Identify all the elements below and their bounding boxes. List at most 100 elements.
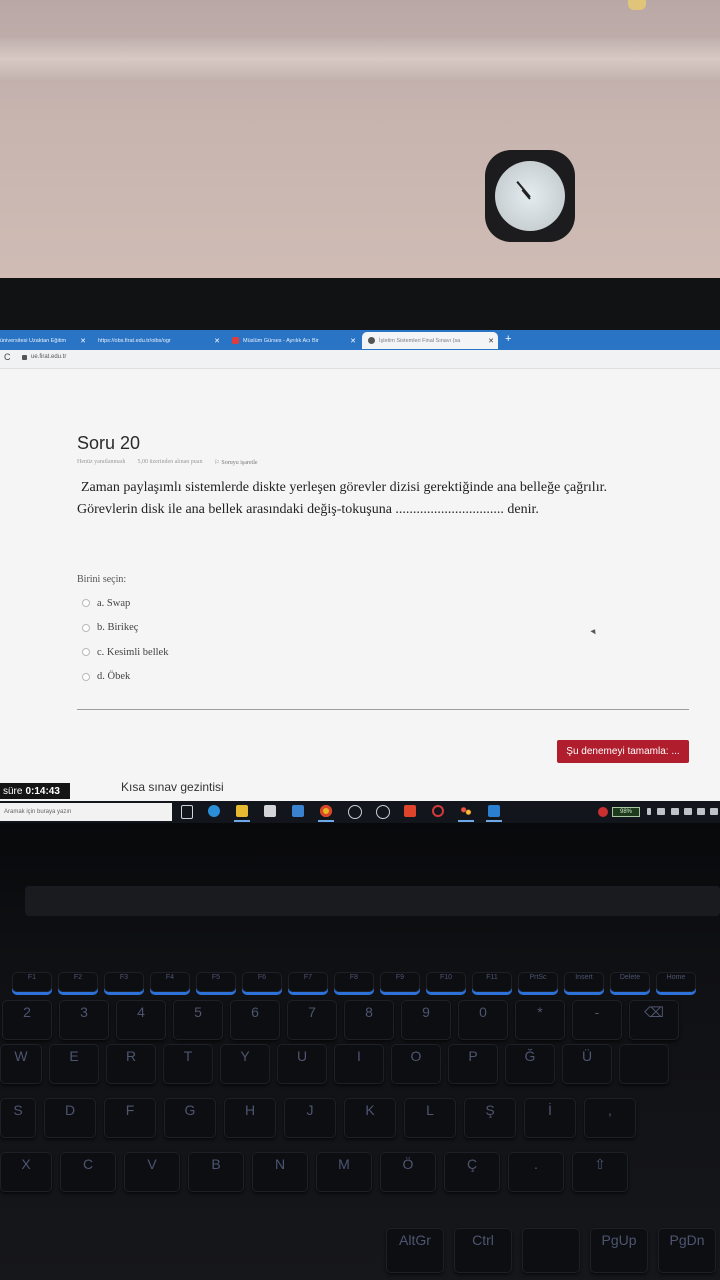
task-view-icon[interactable] xyxy=(181,805,193,819)
reload-icon[interactable]: C xyxy=(4,352,11,362)
keyboard-key: ⌫ xyxy=(629,1000,679,1040)
radio-button[interactable] xyxy=(82,623,90,632)
new-tab-button[interactable]: + xyxy=(505,333,511,345)
keyboard-key: O xyxy=(391,1044,441,1084)
answer-label: c. Kesimli bellek xyxy=(97,646,169,658)
tab-label: İşletim Sistemleri Final Sınavı (sa xyxy=(379,337,461,344)
finish-attempt-button[interactable]: Şu denemeyi tamamla: ... xyxy=(557,740,689,763)
keyboard-key: Ç xyxy=(444,1152,500,1192)
keyboard-key: Ö xyxy=(380,1152,436,1192)
timer-label: süre xyxy=(3,785,23,797)
keyboard-key: I xyxy=(334,1044,384,1084)
wall-cornice xyxy=(0,38,720,80)
keyboard-key: - xyxy=(572,1000,622,1040)
edge-icon[interactable] xyxy=(208,805,220,817)
browser-tab-final-exam[interactable]: İşletim Sistemleri Final Sınavı (sa ✕ xyxy=(362,332,498,349)
browser-icon[interactable] xyxy=(348,805,362,819)
keyboard-key: PgUp xyxy=(590,1228,648,1273)
opera-icon[interactable] xyxy=(432,805,444,817)
close-tab-icon[interactable]: ✕ xyxy=(350,337,356,345)
radio-button[interactable] xyxy=(82,672,90,681)
store-icon[interactable] xyxy=(264,805,276,817)
keyboard-key: H xyxy=(224,1098,276,1138)
keyboard-key: R xyxy=(106,1044,156,1084)
ceiling-lamp xyxy=(628,0,646,10)
media-icon[interactable] xyxy=(486,805,502,822)
keyboard-key: C xyxy=(60,1152,116,1192)
browser-tab-obs[interactable]: https://obs.firat.edu.tr/oibs/ogr ✕ xyxy=(92,332,224,349)
keyboard-key: PgDn xyxy=(658,1228,716,1273)
answer-option-c[interactable]: c. Kesimli bellek xyxy=(82,640,168,665)
keyboard-key xyxy=(522,1228,580,1273)
answer-label: b. Birikeç xyxy=(97,622,139,634)
keyboard-key: 7 xyxy=(287,1000,337,1040)
site-favicon-icon xyxy=(368,337,375,344)
answer-option-a[interactable]: a. Swap xyxy=(82,591,168,616)
keyboard-key: 9 xyxy=(401,1000,451,1040)
quiz-navigation-title[interactable]: Kısa sınav gezintisi xyxy=(121,780,224,794)
keyboard-key: PrtSc xyxy=(518,972,558,992)
keyboard-key: J xyxy=(284,1098,336,1138)
answer-option-d[interactable]: d. Öbek xyxy=(82,665,168,690)
language-icon[interactable] xyxy=(710,808,718,815)
keyboard-key: F6 xyxy=(242,972,282,992)
tab-label: üniversitesi Uzaktan Eğitim xyxy=(0,337,67,344)
close-tab-icon[interactable]: ✕ xyxy=(80,337,86,345)
chrome-icon[interactable] xyxy=(318,805,334,822)
question-title: Soru 20 xyxy=(77,433,141,453)
keyboard-key: E xyxy=(49,1044,99,1084)
tab-label: https://obs.firat.edu.tr/oibs/ogr xyxy=(98,337,171,344)
close-tab-icon[interactable]: ✕ xyxy=(214,337,220,345)
flag-icon: ⚐ xyxy=(214,460,220,466)
keyboard-key: F4 xyxy=(150,972,190,992)
mail-icon[interactable] xyxy=(292,805,304,817)
close-tab-icon[interactable]: ✕ xyxy=(488,337,494,345)
keyboard-key: Ş xyxy=(464,1098,516,1138)
office-icon[interactable] xyxy=(404,805,416,817)
windows-taskbar: Aramak için buraya yazın 98% xyxy=(0,801,720,823)
mouse-cursor-icon xyxy=(590,627,598,635)
question-meta: Henüz yanıtlanmadı 5,00 üzerinden alınan… xyxy=(77,459,258,466)
keyboard-key: F9 xyxy=(380,972,420,992)
answer-label: d. Öbek xyxy=(97,671,131,683)
radio-button[interactable] xyxy=(82,599,90,608)
keyboard-key: Ğ xyxy=(505,1044,555,1084)
flag-question-link[interactable]: ⚐ Soruyu işaretle xyxy=(214,459,257,466)
keyboard-key: F3 xyxy=(104,972,144,992)
keyboard-key: U xyxy=(277,1044,327,1084)
clock-minute-hand xyxy=(516,181,531,198)
answer-options: a. Swap b. Birikeç c. Kesimli bellek d. … xyxy=(82,591,168,689)
keyboard-key: 2 xyxy=(2,1000,52,1040)
keyboard-key: , xyxy=(584,1098,636,1138)
laptop-bezel xyxy=(0,278,720,330)
wall-clock xyxy=(485,150,575,242)
volume-icon[interactable] xyxy=(697,808,705,815)
lock-icon xyxy=(22,355,27,360)
keyboard-key: F1 xyxy=(12,972,52,992)
browser-tab-bar: üniversitesi Uzaktan Eğitim ✕ https://ob… xyxy=(0,330,720,350)
power-icon[interactable] xyxy=(647,808,651,815)
url-field[interactable]: ue.firat.edu.tr xyxy=(31,354,66,360)
keyboard-key: * xyxy=(515,1000,565,1040)
radio-button[interactable] xyxy=(82,648,90,657)
chevron-up-icon[interactable] xyxy=(657,808,665,815)
keyboard-key: F10 xyxy=(426,972,466,992)
taskbar-search-input[interactable]: Aramak için buraya yazın xyxy=(0,803,172,821)
file-explorer-icon[interactable] xyxy=(234,805,250,822)
choose-one-label: Birini seçin: xyxy=(77,574,127,585)
keyboard-key: V xyxy=(124,1152,180,1192)
network-icon[interactable] xyxy=(684,808,692,815)
question-status: Henüz yanıtlanmadı xyxy=(77,459,126,465)
browser-tab-youtube[interactable]: Müslüm Gürses - Ayrılık Acı Bir ✕ xyxy=(226,332,360,349)
cloud-icon[interactable] xyxy=(671,808,679,815)
keyboard-key: F2 xyxy=(58,972,98,992)
keyboard-key: T xyxy=(163,1044,213,1084)
laptop-hinge xyxy=(25,886,720,916)
paint-icon[interactable] xyxy=(458,805,474,822)
app-icon[interactable] xyxy=(376,805,390,819)
battery-indicator[interactable]: 98% xyxy=(612,807,640,817)
notification-icon[interactable] xyxy=(598,807,608,817)
browser-tab-uzaktan-egitim[interactable]: üniversitesi Uzaktan Eğitim ✕ xyxy=(0,332,90,349)
keyboard-key: F xyxy=(104,1098,156,1138)
answer-option-b[interactable]: b. Birikeç xyxy=(82,616,168,641)
